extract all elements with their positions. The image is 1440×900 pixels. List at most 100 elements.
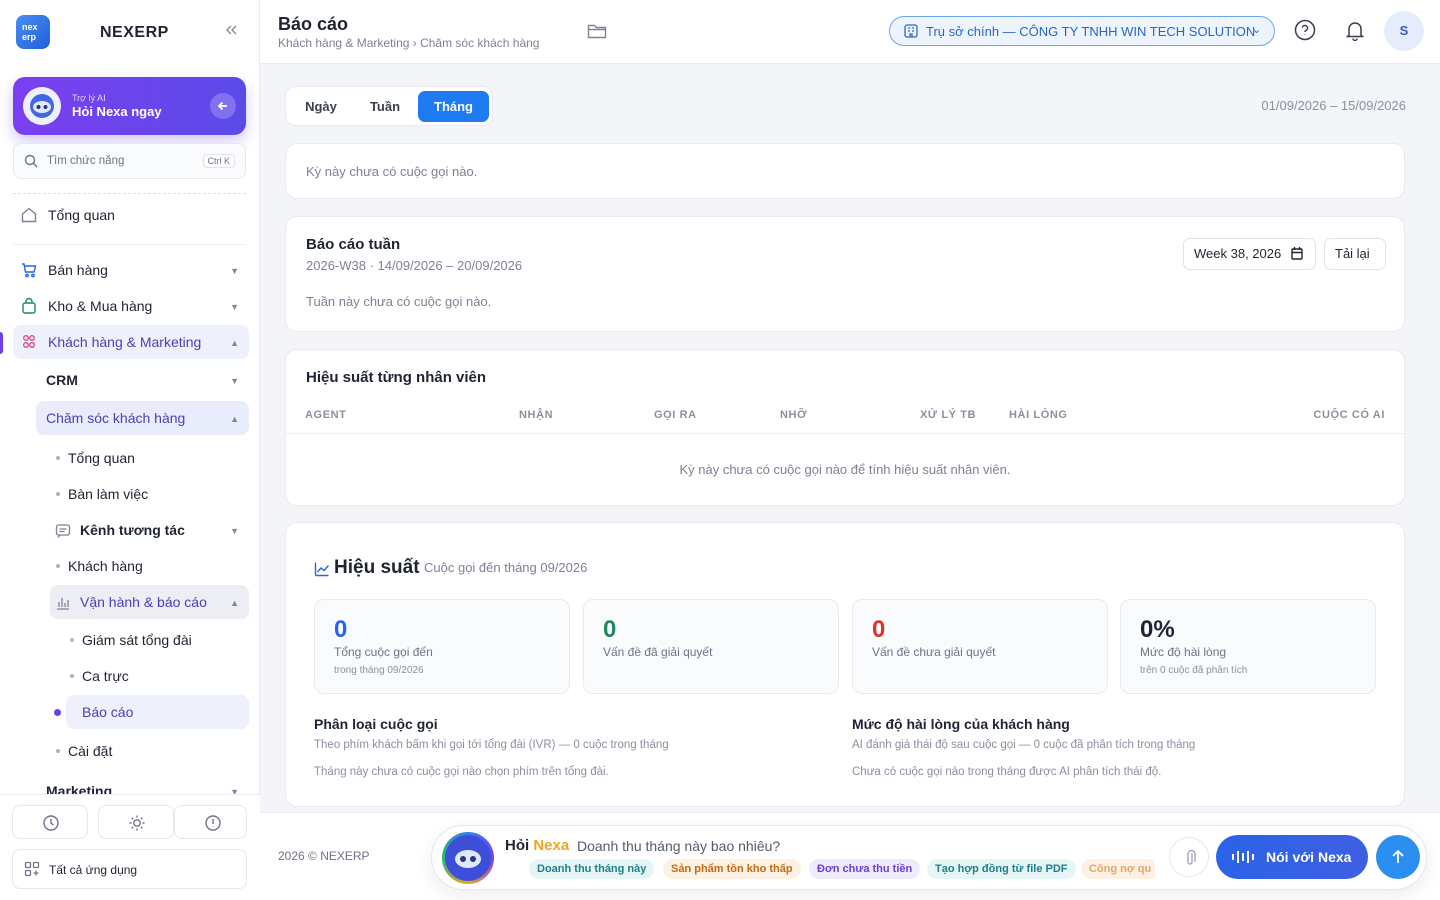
ai-card-title: Hỏi Nexa ngay	[72, 104, 162, 119]
agent-performance-card: Hiệu suất từng nhân viên Kỳ này chưa có …	[285, 349, 1405, 506]
table-divider	[286, 433, 1404, 434]
waveform-icon	[1231, 849, 1257, 865]
nav-marketing-label: Marketing	[46, 783, 113, 794]
nav-reports[interactable]: Báo cáo	[54, 695, 249, 729]
col-outgoing[interactable]: GỌI RA	[654, 409, 697, 421]
sidebar-footer: Tất cả ứng dụng	[0, 794, 260, 900]
send-button[interactable]	[1376, 835, 1420, 879]
robot-icon	[445, 835, 491, 881]
tab-day[interactable]: Ngày	[290, 91, 352, 122]
col-received[interactable]: NHẬN	[519, 409, 553, 421]
nav-workspace[interactable]: Bàn làm việc	[50, 477, 249, 511]
chip-low-stock[interactable]: Sản phẩm tồn kho thấp	[663, 859, 801, 879]
nav-settings-label: Cài đặt	[68, 743, 113, 759]
bullet	[56, 564, 60, 568]
stat-sub: trên 0 cuộc đã phân tích	[1140, 665, 1248, 676]
ai-assistant-card[interactable]: Trợ lý AI Hỏi Nexa ngay	[13, 77, 246, 135]
chip-debt[interactable]: Công nợ qu	[1081, 859, 1155, 879]
stat-value: 0%	[1140, 616, 1175, 643]
arrow-up-icon	[1392, 849, 1404, 863]
company-selector[interactable]: Trụ sở chính — CÔNG TY TNHH WIN TECH SOL…	[889, 16, 1275, 46]
search-icon	[24, 154, 38, 168]
ask-title: Hỏi Nexa	[505, 837, 569, 854]
alert-button[interactable]	[174, 805, 247, 839]
col-agent[interactable]: AGENT	[305, 409, 347, 421]
week-picker[interactable]: Week 38, 2026	[1183, 238, 1316, 270]
nav-shifts-label: Ca trực	[82, 668, 129, 684]
ask-input[interactable]: Doanh thu tháng này bao nhiêu?	[577, 838, 780, 854]
copyright: 2026 © NEXERP	[278, 849, 370, 863]
nav-marketing[interactable]: Marketing ▼	[36, 774, 249, 794]
arrow-left-icon[interactable]	[210, 93, 236, 119]
clock-icon	[43, 815, 59, 831]
function-search[interactable]: Tìm chức năng Ctrl K	[13, 143, 246, 179]
ask-nexa-bar: Hỏi Nexa Doanh thu tháng này bao nhiêu? …	[431, 825, 1427, 890]
nav-customers-label: Khách hàng	[68, 558, 143, 574]
nav-reports-label: Báo cáo	[82, 704, 134, 720]
chevron-down-icon: ▼	[230, 787, 239, 794]
col-missed[interactable]: NHỠ	[780, 409, 807, 421]
chip-revenue[interactable]: Doanh thu tháng này	[529, 859, 655, 879]
col-ai-calls[interactable]: CUỘC CÓ AI	[1313, 409, 1385, 421]
chip-unpaid-orders[interactable]: Đơn chưa thu tiền	[809, 859, 921, 879]
chat-icon	[55, 523, 71, 539]
user-avatar[interactable]: S	[1384, 11, 1424, 51]
nav-care-overview[interactable]: Tổng quan	[50, 441, 249, 475]
agent-performance-title: Hiệu suất từng nhân viên	[306, 369, 487, 386]
weekly-empty-text: Tuần này chưa có cuộc gọi nào.	[306, 294, 492, 309]
chevron-up-icon: ▲	[230, 414, 239, 424]
col-avg-handle[interactable]: XỬ LÝ TB	[920, 409, 976, 421]
nav-settings[interactable]: Cài đặt	[50, 734, 249, 768]
bag-icon	[20, 297, 38, 315]
chip-contract-pdf[interactable]: Tạo hợp đồng từ file PDF	[927, 859, 1076, 879]
page-title: Báo cáo	[278, 14, 349, 34]
satisfaction-title: Mức độ hài lòng của khách hàng	[852, 716, 1070, 732]
stat-resolved: 0 Vấn đề đã giải quyết	[583, 599, 839, 694]
stat-sub: trong tháng 09/2026	[334, 665, 424, 676]
brand: nex erp NEXERP	[16, 15, 250, 49]
chevron-up-icon: ▲	[230, 338, 239, 348]
help-icon[interactable]	[1294, 19, 1316, 41]
nav-overview[interactable]: Tổng quan	[13, 198, 249, 232]
history-button[interactable]	[12, 805, 88, 839]
collapse-sidebar-icon[interactable]	[224, 23, 242, 41]
app-logo[interactable]: nex erp	[16, 15, 50, 49]
chevron-down-icon: ▼	[230, 526, 239, 536]
nav-monitor[interactable]: Giám sát tổng đài	[66, 623, 249, 657]
nav-stock-label: Kho & Mua hàng	[48, 298, 153, 314]
chevron-down-icon: ▼	[230, 376, 239, 386]
nav-customer-care-label: Chăm sóc khách hàng	[46, 410, 186, 426]
theme-button[interactable]	[98, 805, 174, 839]
nav-workspace-label: Bàn làm việc	[68, 486, 149, 502]
paperclip-icon	[1187, 849, 1196, 865]
ai-card-subtitle: Trợ lý AI	[72, 93, 106, 103]
nav-customers[interactable]: Khách hàng	[50, 549, 249, 583]
nav-shifts[interactable]: Ca trực	[66, 659, 249, 693]
breadcrumb[interactable]: Khách hàng & Marketing › Chăm sóc khách …	[278, 36, 539, 50]
bell-icon[interactable]	[1344, 19, 1366, 41]
nexa-avatar[interactable]	[442, 832, 494, 884]
nav-sales[interactable]: Bán hàng ▼	[13, 253, 249, 287]
nav-channels[interactable]: Kênh tương tác ▼	[50, 513, 249, 547]
reload-button[interactable]: Tải lại	[1324, 238, 1386, 270]
talk-to-nexa-button[interactable]: Nói với Nexa	[1216, 835, 1368, 879]
period-summary-card: Kỳ này chưa có cuộc gọi nào.	[285, 143, 1405, 199]
nav-crm-label: CRM	[46, 372, 78, 388]
nav-ops-reports[interactable]: Vận hành & báo cáo ▲	[50, 585, 249, 619]
all-apps-button[interactable]: Tất cả ứng dụng	[12, 849, 247, 889]
active-bullet	[54, 709, 61, 716]
empty-period-text: Kỳ này chưa có cuộc gọi nào.	[306, 164, 478, 179]
attach-button[interactable]	[1169, 837, 1209, 877]
all-apps-label: Tất cả ứng dụng	[49, 863, 138, 877]
col-satisfaction[interactable]: HÀI LÒNG	[1009, 409, 1068, 421]
tab-week[interactable]: Tuần	[353, 91, 417, 122]
nav-crm[interactable]: CRM ▼	[36, 363, 249, 397]
trend-chart-icon	[314, 561, 330, 577]
nav-crm-marketing[interactable]: Khách hàng & Marketing ▲	[13, 325, 249, 359]
folder-icon[interactable]	[587, 22, 607, 40]
tab-month[interactable]: Tháng	[418, 91, 489, 122]
classify-desc: Theo phím khách bấm khi gọi tới tổng đài…	[314, 739, 669, 751]
users-icon	[20, 333, 38, 351]
nav-stock[interactable]: Kho & Mua hàng ▼	[13, 289, 249, 323]
nav-customer-care[interactable]: Chăm sóc khách hàng ▲	[36, 401, 249, 435]
